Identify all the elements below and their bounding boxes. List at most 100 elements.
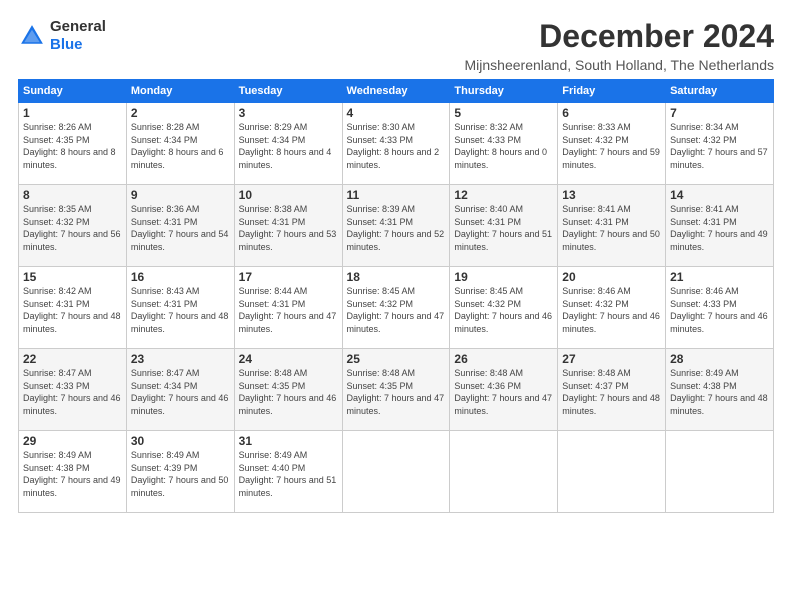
calendar-header-friday: Friday <box>558 80 666 103</box>
day-info: Sunrise: 8:28 AM Sunset: 4:34 PM Dayligh… <box>131 121 230 171</box>
calendar-cell: 26Sunrise: 8:48 AM Sunset: 4:36 PM Dayli… <box>450 349 558 431</box>
day-number: 20 <box>562 270 661 284</box>
day-info: Sunrise: 8:49 AM Sunset: 4:38 PM Dayligh… <box>23 449 122 499</box>
day-info: Sunrise: 8:41 AM Sunset: 4:31 PM Dayligh… <box>670 203 769 253</box>
day-info: Sunrise: 8:45 AM Sunset: 4:32 PM Dayligh… <box>454 285 553 335</box>
page: General Blue December 2024 Mijnsheerenla… <box>0 0 792 523</box>
day-number: 11 <box>347 188 446 202</box>
day-number: 27 <box>562 352 661 366</box>
day-info: Sunrise: 8:30 AM Sunset: 4:33 PM Dayligh… <box>347 121 446 171</box>
day-number: 9 <box>131 188 230 202</box>
calendar-cell: 21Sunrise: 8:46 AM Sunset: 4:33 PM Dayli… <box>666 267 774 349</box>
logo-icon <box>18 22 46 50</box>
calendar-cell: 17Sunrise: 8:44 AM Sunset: 4:31 PM Dayli… <box>234 267 342 349</box>
day-info: Sunrise: 8:47 AM Sunset: 4:33 PM Dayligh… <box>23 367 122 417</box>
calendar-week-4: 22Sunrise: 8:47 AM Sunset: 4:33 PM Dayli… <box>19 349 774 431</box>
day-info: Sunrise: 8:49 AM Sunset: 4:38 PM Dayligh… <box>670 367 769 417</box>
day-info: Sunrise: 8:44 AM Sunset: 4:31 PM Dayligh… <box>239 285 338 335</box>
calendar-cell: 2Sunrise: 8:28 AM Sunset: 4:34 PM Daylig… <box>126 103 234 185</box>
day-info: Sunrise: 8:40 AM Sunset: 4:31 PM Dayligh… <box>454 203 553 253</box>
day-info: Sunrise: 8:36 AM Sunset: 4:31 PM Dayligh… <box>131 203 230 253</box>
day-info: Sunrise: 8:48 AM Sunset: 4:37 PM Dayligh… <box>562 367 661 417</box>
day-info: Sunrise: 8:47 AM Sunset: 4:34 PM Dayligh… <box>131 367 230 417</box>
header: General Blue December 2024 Mijnsheerenla… <box>18 18 774 73</box>
day-number: 7 <box>670 106 769 120</box>
day-number: 26 <box>454 352 553 366</box>
calendar-cell: 11Sunrise: 8:39 AM Sunset: 4:31 PM Dayli… <box>342 185 450 267</box>
day-info: Sunrise: 8:45 AM Sunset: 4:32 PM Dayligh… <box>347 285 446 335</box>
calendar-cell: 5Sunrise: 8:32 AM Sunset: 4:33 PM Daylig… <box>450 103 558 185</box>
day-info: Sunrise: 8:46 AM Sunset: 4:33 PM Dayligh… <box>670 285 769 335</box>
day-info: Sunrise: 8:26 AM Sunset: 4:35 PM Dayligh… <box>23 121 122 171</box>
calendar-cell: 3Sunrise: 8:29 AM Sunset: 4:34 PM Daylig… <box>234 103 342 185</box>
calendar-week-2: 8Sunrise: 8:35 AM Sunset: 4:32 PM Daylig… <box>19 185 774 267</box>
calendar-header-row: SundayMondayTuesdayWednesdayThursdayFrid… <box>19 80 774 103</box>
day-number: 6 <box>562 106 661 120</box>
day-info: Sunrise: 8:43 AM Sunset: 4:31 PM Dayligh… <box>131 285 230 335</box>
calendar-cell: 8Sunrise: 8:35 AM Sunset: 4:32 PM Daylig… <box>19 185 127 267</box>
logo: General Blue <box>18 18 106 54</box>
day-number: 15 <box>23 270 122 284</box>
calendar-week-5: 29Sunrise: 8:49 AM Sunset: 4:38 PM Dayli… <box>19 431 774 513</box>
calendar-cell: 6Sunrise: 8:33 AM Sunset: 4:32 PM Daylig… <box>558 103 666 185</box>
day-number: 4 <box>347 106 446 120</box>
calendar-cell: 29Sunrise: 8:49 AM Sunset: 4:38 PM Dayli… <box>19 431 127 513</box>
calendar-cell: 25Sunrise: 8:48 AM Sunset: 4:35 PM Dayli… <box>342 349 450 431</box>
day-info: Sunrise: 8:49 AM Sunset: 4:39 PM Dayligh… <box>131 449 230 499</box>
calendar-header-tuesday: Tuesday <box>234 80 342 103</box>
calendar-cell: 20Sunrise: 8:46 AM Sunset: 4:32 PM Dayli… <box>558 267 666 349</box>
day-number: 12 <box>454 188 553 202</box>
calendar-week-1: 1Sunrise: 8:26 AM Sunset: 4:35 PM Daylig… <box>19 103 774 185</box>
day-number: 19 <box>454 270 553 284</box>
day-number: 16 <box>131 270 230 284</box>
day-number: 29 <box>23 434 122 448</box>
day-number: 25 <box>347 352 446 366</box>
calendar-cell <box>450 431 558 513</box>
logo-general: General <box>50 18 106 35</box>
day-info: Sunrise: 8:39 AM Sunset: 4:31 PM Dayligh… <box>347 203 446 253</box>
calendar-week-3: 15Sunrise: 8:42 AM Sunset: 4:31 PM Dayli… <box>19 267 774 349</box>
day-number: 18 <box>347 270 446 284</box>
title-block: December 2024 Mijnsheerenland, South Hol… <box>465 18 775 73</box>
day-number: 5 <box>454 106 553 120</box>
calendar-cell: 12Sunrise: 8:40 AM Sunset: 4:31 PM Dayli… <box>450 185 558 267</box>
calendar-header-wednesday: Wednesday <box>342 80 450 103</box>
calendar-cell: 28Sunrise: 8:49 AM Sunset: 4:38 PM Dayli… <box>666 349 774 431</box>
day-number: 8 <box>23 188 122 202</box>
calendar-cell <box>342 431 450 513</box>
day-number: 17 <box>239 270 338 284</box>
day-number: 21 <box>670 270 769 284</box>
day-info: Sunrise: 8:49 AM Sunset: 4:40 PM Dayligh… <box>239 449 338 499</box>
calendar-header-thursday: Thursday <box>450 80 558 103</box>
calendar-cell: 30Sunrise: 8:49 AM Sunset: 4:39 PM Dayli… <box>126 431 234 513</box>
calendar-cell: 10Sunrise: 8:38 AM Sunset: 4:31 PM Dayli… <box>234 185 342 267</box>
day-number: 10 <box>239 188 338 202</box>
day-info: Sunrise: 8:42 AM Sunset: 4:31 PM Dayligh… <box>23 285 122 335</box>
day-number: 1 <box>23 106 122 120</box>
day-info: Sunrise: 8:41 AM Sunset: 4:31 PM Dayligh… <box>562 203 661 253</box>
day-info: Sunrise: 8:33 AM Sunset: 4:32 PM Dayligh… <box>562 121 661 171</box>
calendar-cell: 4Sunrise: 8:30 AM Sunset: 4:33 PM Daylig… <box>342 103 450 185</box>
calendar-cell: 19Sunrise: 8:45 AM Sunset: 4:32 PM Dayli… <box>450 267 558 349</box>
day-number: 28 <box>670 352 769 366</box>
day-number: 2 <box>131 106 230 120</box>
calendar-cell: 14Sunrise: 8:41 AM Sunset: 4:31 PM Dayli… <box>666 185 774 267</box>
day-info: Sunrise: 8:48 AM Sunset: 4:35 PM Dayligh… <box>239 367 338 417</box>
day-number: 31 <box>239 434 338 448</box>
calendar-cell: 22Sunrise: 8:47 AM Sunset: 4:33 PM Dayli… <box>19 349 127 431</box>
day-info: Sunrise: 8:34 AM Sunset: 4:32 PM Dayligh… <box>670 121 769 171</box>
day-info: Sunrise: 8:29 AM Sunset: 4:34 PM Dayligh… <box>239 121 338 171</box>
calendar-cell: 23Sunrise: 8:47 AM Sunset: 4:34 PM Dayli… <box>126 349 234 431</box>
logo-blue: Blue <box>50 36 83 53</box>
calendar-cell: 18Sunrise: 8:45 AM Sunset: 4:32 PM Dayli… <box>342 267 450 349</box>
day-number: 30 <box>131 434 230 448</box>
calendar-cell: 24Sunrise: 8:48 AM Sunset: 4:35 PM Dayli… <box>234 349 342 431</box>
day-info: Sunrise: 8:48 AM Sunset: 4:36 PM Dayligh… <box>454 367 553 417</box>
day-info: Sunrise: 8:38 AM Sunset: 4:31 PM Dayligh… <box>239 203 338 253</box>
subtitle: Mijnsheerenland, South Holland, The Neth… <box>465 57 775 73</box>
calendar-cell <box>558 431 666 513</box>
calendar-cell: 9Sunrise: 8:36 AM Sunset: 4:31 PM Daylig… <box>126 185 234 267</box>
calendar-cell: 7Sunrise: 8:34 AM Sunset: 4:32 PM Daylig… <box>666 103 774 185</box>
calendar-header-sunday: Sunday <box>19 80 127 103</box>
calendar-cell: 16Sunrise: 8:43 AM Sunset: 4:31 PM Dayli… <box>126 267 234 349</box>
